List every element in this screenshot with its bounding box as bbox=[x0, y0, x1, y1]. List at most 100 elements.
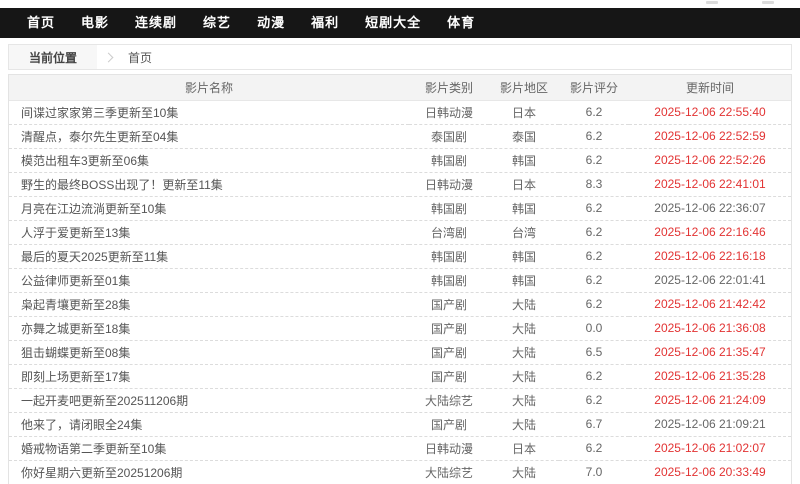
movie-name-cell: 月亮在江边流淌更新至10集 bbox=[9, 196, 409, 220]
update-time-cell: 2025-12-06 22:16:46 bbox=[629, 220, 791, 244]
update-time-cell: 2025-12-06 21:35:28 bbox=[629, 364, 791, 388]
nav-item[interactable]: 体育 bbox=[434, 8, 488, 38]
movie-rating-cell: 6.2 bbox=[559, 196, 629, 220]
movie-name-cell: 即刻上场更新至17集 bbox=[9, 364, 409, 388]
movie-title-link[interactable]: 月亮在江边流淌更新至10集 bbox=[21, 202, 166, 216]
table-row: 公益律师更新至01集 韩国剧 韩国 6.2 2025-12-06 22:01:4… bbox=[9, 268, 791, 292]
movie-region-cell: 韩国 bbox=[489, 244, 559, 268]
movie-region-cell: 泰国 bbox=[489, 124, 559, 148]
update-time-cell: 2025-12-06 21:36:08 bbox=[629, 316, 791, 340]
table-row: 他来了，请闭眼全24集 国产剧 大陆 6.7 2025-12-06 21:09:… bbox=[9, 412, 791, 436]
movie-name-cell: 枭起青壤更新至28集 bbox=[9, 292, 409, 316]
movie-title-link[interactable]: 最后的夏天2025更新至11集 bbox=[21, 250, 168, 264]
nav-item[interactable]: 综艺 bbox=[190, 8, 244, 38]
cutoff-text-remnant bbox=[706, 1, 718, 4]
movie-category-cell: 日韩动漫 bbox=[409, 436, 489, 460]
table-row: 野生的最终BOSS出现了！更新至11集 日韩动漫 日本 8.3 2025-12-… bbox=[9, 172, 791, 196]
movie-title-link[interactable]: 狙击蝴蝶更新至08集 bbox=[21, 346, 130, 360]
header-movie-rating: 影片评分 bbox=[559, 75, 629, 100]
update-time-cell: 2025-12-06 20:33:49 bbox=[629, 460, 791, 484]
movie-name-cell: 清醒点，泰尔先生更新至04集 bbox=[9, 124, 409, 148]
update-time-cell: 2025-12-06 22:41:01 bbox=[629, 172, 791, 196]
update-time-cell: 2025-12-06 21:42:42 bbox=[629, 292, 791, 316]
movie-rating-cell: 7.0 bbox=[559, 460, 629, 484]
update-time-cell: 2025-12-06 21:35:47 bbox=[629, 340, 791, 364]
nav-item[interactable]: 福利 bbox=[298, 8, 352, 38]
nav-item[interactable]: 短剧大全 bbox=[352, 8, 434, 38]
movie-title-link[interactable]: 间谍过家家第三季更新至10集 bbox=[21, 106, 178, 120]
movie-region-cell: 大陆 bbox=[489, 460, 559, 484]
movie-title-link[interactable]: 公益律师更新至01集 bbox=[21, 274, 130, 288]
movie-name-cell: 野生的最终BOSS出现了！更新至11集 bbox=[9, 172, 409, 196]
movie-name-cell: 人浮于爱更新至13集 bbox=[9, 220, 409, 244]
movie-category-cell: 韩国剧 bbox=[409, 196, 489, 220]
nav-item[interactable]: 连续剧 bbox=[122, 8, 190, 38]
movie-title-link[interactable]: 即刻上场更新至17集 bbox=[21, 370, 130, 384]
movie-title-link[interactable]: 他来了，请闭眼全24集 bbox=[21, 418, 142, 432]
movie-title-link[interactable]: 人浮于爱更新至13集 bbox=[21, 226, 130, 240]
movie-category-cell: 日韩动漫 bbox=[409, 172, 489, 196]
movie-title-link[interactable]: 一起开麦吧更新至202511206期 bbox=[21, 394, 188, 408]
table-row: 婚戒物语第二季更新至10集 日韩动漫 日本 6.2 2025-12-06 21:… bbox=[9, 436, 791, 460]
movie-name-cell: 你好星期六更新至20251206期 bbox=[9, 460, 409, 484]
movie-title-link[interactable]: 你好星期六更新至20251206期 bbox=[21, 466, 182, 480]
nav-item[interactable]: 动漫 bbox=[244, 8, 298, 38]
table-header-row: 影片名称 影片类别 影片地区 影片评分 更新时间 bbox=[9, 75, 791, 100]
movie-rating-cell: 6.2 bbox=[559, 364, 629, 388]
movie-title-link[interactable]: 亦舞之城更新至18集 bbox=[21, 322, 130, 336]
movie-rating-cell: 6.2 bbox=[559, 220, 629, 244]
movie-rating-cell: 6.2 bbox=[559, 436, 629, 460]
movie-category-cell: 台湾剧 bbox=[409, 220, 489, 244]
movie-rating-cell: 6.2 bbox=[559, 292, 629, 316]
movie-region-cell: 日本 bbox=[489, 100, 559, 124]
movie-rating-cell: 8.3 bbox=[559, 172, 629, 196]
table-row: 即刻上场更新至17集 国产剧 大陆 6.2 2025-12-06 21:35:2… bbox=[9, 364, 791, 388]
movie-category-cell: 国产剧 bbox=[409, 316, 489, 340]
movie-rating-cell: 6.7 bbox=[559, 412, 629, 436]
movie-name-cell: 婚戒物语第二季更新至10集 bbox=[9, 436, 409, 460]
update-time-cell: 2025-12-06 21:02:07 bbox=[629, 436, 791, 460]
movie-category-cell: 国产剧 bbox=[409, 412, 489, 436]
header-update-time: 更新时间 bbox=[629, 75, 791, 100]
movie-name-cell: 一起开麦吧更新至202511206期 bbox=[9, 388, 409, 412]
movie-title-link[interactable]: 野生的最终BOSS出现了！更新至11集 bbox=[21, 178, 223, 192]
breadcrumb-home-link[interactable]: 首页 bbox=[128, 49, 152, 66]
movie-region-cell: 台湾 bbox=[489, 220, 559, 244]
breadcrumb-label: 当前位置 bbox=[9, 45, 97, 69]
movie-name-cell: 公益律师更新至01集 bbox=[9, 268, 409, 292]
movie-title-link[interactable]: 婚戒物语第二季更新至10集 bbox=[21, 442, 166, 456]
movie-region-cell: 大陆 bbox=[489, 412, 559, 436]
nav-item[interactable]: 电影 bbox=[68, 8, 122, 38]
movie-list-panel: 影片名称 影片类别 影片地区 影片评分 更新时间 间谍过家家第三季更新至10集 … bbox=[8, 74, 792, 484]
update-time-cell: 2025-12-06 22:55:40 bbox=[629, 100, 791, 124]
movie-region-cell: 大陆 bbox=[489, 340, 559, 364]
movie-region-cell: 大陆 bbox=[489, 364, 559, 388]
table-row: 亦舞之城更新至18集 国产剧 大陆 0.0 2025-12-06 21:36:0… bbox=[9, 316, 791, 340]
movie-category-cell: 国产剧 bbox=[409, 292, 489, 316]
movie-title-link[interactable]: 模范出租车3更新至06集 bbox=[21, 154, 149, 168]
movie-rating-cell: 6.5 bbox=[559, 340, 629, 364]
movie-table-body: 间谍过家家第三季更新至10集 日韩动漫 日本 6.2 2025-12-06 22… bbox=[9, 100, 791, 484]
movie-category-cell: 韩国剧 bbox=[409, 148, 489, 172]
movie-category-cell: 韩国剧 bbox=[409, 244, 489, 268]
header-movie-category: 影片类别 bbox=[409, 75, 489, 100]
movie-rating-cell: 6.2 bbox=[559, 148, 629, 172]
header-movie-region: 影片地区 bbox=[489, 75, 559, 100]
movie-title-link[interactable]: 清醒点，泰尔先生更新至04集 bbox=[21, 130, 178, 144]
breadcrumb: 当前位置 首页 bbox=[8, 44, 792, 70]
movie-title-link[interactable]: 枭起青壤更新至28集 bbox=[21, 298, 130, 312]
table-row: 最后的夏天2025更新至11集 韩国剧 韩国 6.2 2025-12-06 22… bbox=[9, 244, 791, 268]
table-row: 月亮在江边流淌更新至10集 韩国剧 韩国 6.2 2025-12-06 22:3… bbox=[9, 196, 791, 220]
movie-rating-cell: 0.0 bbox=[559, 316, 629, 340]
table-row: 间谍过家家第三季更新至10集 日韩动漫 日本 6.2 2025-12-06 22… bbox=[9, 100, 791, 124]
movie-region-cell: 韩国 bbox=[489, 196, 559, 220]
movie-table: 影片名称 影片类别 影片地区 影片评分 更新时间 间谍过家家第三季更新至10集 … bbox=[9, 75, 791, 484]
movie-name-cell: 间谍过家家第三季更新至10集 bbox=[9, 100, 409, 124]
movie-name-cell: 亦舞之城更新至18集 bbox=[9, 316, 409, 340]
movie-category-cell: 大陆综艺 bbox=[409, 460, 489, 484]
table-row: 清醒点，泰尔先生更新至04集 泰国剧 泰国 6.2 2025-12-06 22:… bbox=[9, 124, 791, 148]
update-time-cell: 2025-12-06 22:01:41 bbox=[629, 268, 791, 292]
movie-rating-cell: 6.2 bbox=[559, 388, 629, 412]
table-row: 你好星期六更新至20251206期 大陆综艺 大陆 7.0 2025-12-06… bbox=[9, 460, 791, 484]
nav-item[interactable]: 首页 bbox=[14, 8, 68, 38]
